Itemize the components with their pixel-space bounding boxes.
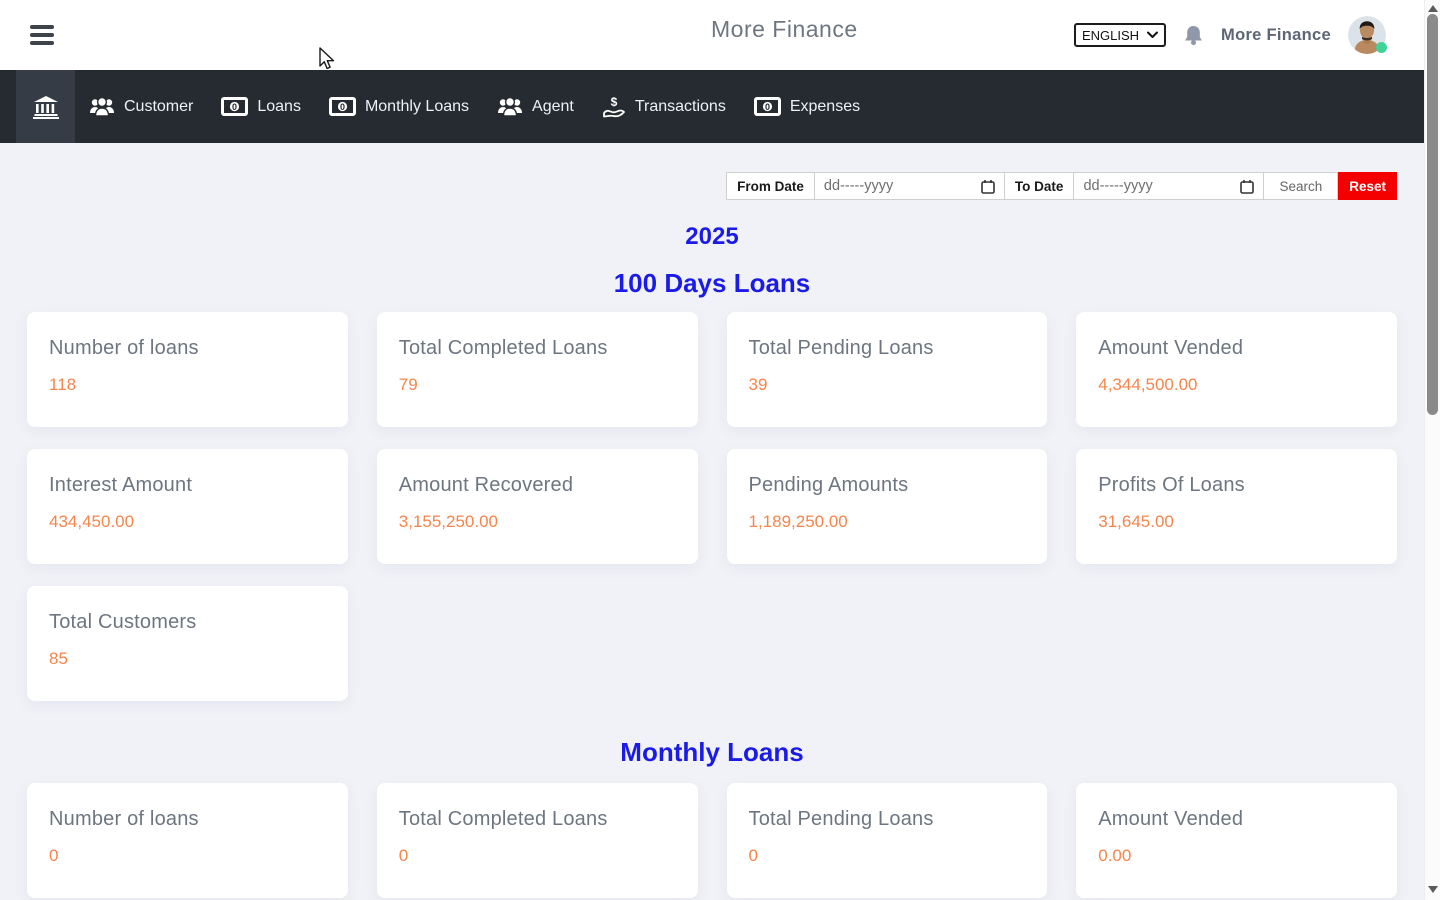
reset-button[interactable]: Reset (1338, 172, 1397, 200)
language-select-value: ENGLISH (1082, 28, 1139, 43)
hundred-days-loans-heading: 100 Days Loans (0, 268, 1424, 299)
card-value: 0 (749, 846, 1026, 866)
card-value: 39 (749, 375, 1026, 395)
card-label: Total Pending Loans (749, 808, 1026, 831)
stat-card-monthly-amount-vended: Amount Vended 0.00 (1076, 783, 1397, 898)
nav-item-agent[interactable]: Agent (483, 70, 588, 143)
browser-viewport: More Finance ENGLISH More Finance (0, 0, 1424, 900)
year-heading: 2025 (0, 223, 1424, 251)
page-title: More Finance (711, 16, 858, 43)
top-header: More Finance ENGLISH More Finance (0, 0, 1424, 70)
card-label: Total Completed Loans (399, 337, 676, 360)
monthly-loans-heading: Monthly Loans (0, 737, 1424, 768)
card-value: 434,450.00 (49, 512, 326, 532)
card-label: Total Pending Loans (749, 337, 1026, 360)
scrollbar-down-arrow-icon[interactable] (1428, 886, 1438, 893)
stat-card-amount-vended: Amount Vended 4,344,500.00 (1076, 312, 1397, 427)
chevron-down-icon (1147, 31, 1158, 39)
card-label: Total Completed Loans (399, 808, 676, 831)
hundred-days-cards-grid: Number of loans 118 Total Completed Loan… (27, 312, 1397, 701)
nav-item-label: Expenses (790, 98, 860, 116)
card-label: Amount Recovered (399, 474, 676, 497)
vertical-scrollbar[interactable] (1424, 0, 1440, 900)
stat-card-total-completed-loans: Total Completed Loans 79 (377, 312, 698, 427)
to-date-input[interactable]: dd-----yyyy (1074, 172, 1264, 200)
svg-text:0: 0 (232, 102, 237, 112)
notification-bell-icon[interactable] (1183, 24, 1204, 47)
card-value: 0 (399, 846, 676, 866)
stat-card-profits-of-loans: Profits Of Loans 31,645.00 (1076, 449, 1397, 564)
user-avatar[interactable] (1348, 16, 1386, 54)
money-bill-icon: 0 (221, 97, 248, 116)
user-name-label: More Finance (1221, 26, 1331, 45)
card-label: Amount Vended (1098, 337, 1375, 360)
stat-card-total-pending-loans: Total Pending Loans 39 (727, 312, 1048, 427)
svg-text:$: $ (610, 95, 617, 109)
card-label: Interest Amount (49, 474, 326, 497)
card-value: 0.00 (1098, 846, 1375, 866)
svg-text:0: 0 (340, 102, 345, 112)
users-icon (497, 96, 523, 118)
stat-card-monthly-total-pending-loans: Total Pending Loans 0 (727, 783, 1048, 898)
stat-card-amount-recovered: Amount Recovered 3,155,250.00 (377, 449, 698, 564)
from-date-label: From Date (726, 172, 815, 200)
nav-item-expenses[interactable]: 0 Expenses (740, 70, 874, 143)
calendar-icon (1240, 179, 1254, 194)
date-placeholder: dd-----yyyy (824, 178, 893, 194)
hamburger-menu-icon[interactable] (30, 25, 56, 45)
card-value: 1,189,250.00 (749, 512, 1026, 532)
hand-holding-dollar-icon: $ (602, 95, 626, 119)
card-label: Number of loans (49, 808, 326, 831)
nav-item-label: Customer (124, 98, 193, 116)
card-value: 0 (49, 846, 326, 866)
card-label: Pending Amounts (749, 474, 1026, 497)
scrollbar-thumb[interactable] (1427, 14, 1438, 415)
card-value: 118 (49, 375, 326, 395)
users-icon (89, 96, 115, 118)
nav-item-loans[interactable]: 0 Loans (207, 70, 315, 143)
scrollbar-up-arrow-icon[interactable] (1428, 5, 1438, 12)
nav-item-home[interactable] (16, 70, 75, 143)
stat-card-total-customers: Total Customers 85 (27, 586, 348, 701)
money-bill-icon: 0 (329, 97, 356, 116)
card-value: 31,645.00 (1098, 512, 1375, 532)
card-label: Profits Of Loans (1098, 474, 1375, 497)
money-bill-icon: 0 (754, 97, 781, 116)
nav-item-label: Loans (257, 98, 301, 116)
language-select[interactable]: ENGLISH (1074, 23, 1166, 47)
nav-item-monthly-loans[interactable]: 0 Monthly Loans (315, 70, 483, 143)
stat-card-monthly-number-of-loans: Number of loans 0 (27, 783, 348, 898)
nav-item-label: Agent (532, 98, 574, 116)
card-value: 4,344,500.00 (1098, 375, 1375, 395)
card-label: Number of loans (49, 337, 326, 360)
card-label: Amount Vended (1098, 808, 1375, 831)
date-filter-bar: From Date dd-----yyyy To Date dd-----yyy… (27, 172, 1397, 200)
card-value: 79 (399, 375, 676, 395)
monthly-cards-grid: Number of loans 0 Total Completed Loans … (27, 783, 1397, 898)
nav-item-customer[interactable]: Customer (75, 70, 207, 143)
main-navbar: Customer 0 Loans 0 Monthly Loans (0, 70, 1424, 143)
calendar-icon (981, 179, 995, 194)
card-label: Total Customers (49, 611, 326, 634)
nav-item-label: Transactions (635, 98, 726, 116)
stat-card-monthly-total-completed-loans: Total Completed Loans 0 (377, 783, 698, 898)
search-button[interactable]: Search (1264, 172, 1338, 200)
card-value: 3,155,250.00 (399, 512, 676, 532)
online-status-dot (1376, 42, 1387, 53)
nav-item-label: Monthly Loans (365, 98, 469, 116)
stat-card-pending-amounts: Pending Amounts 1,189,250.00 (727, 449, 1048, 564)
card-value: 85 (49, 649, 326, 669)
date-placeholder: dd-----yyyy (1083, 178, 1152, 194)
from-date-input[interactable]: dd-----yyyy (815, 172, 1005, 200)
nav-item-transactions[interactable]: $ Transactions (588, 70, 740, 143)
to-date-label: To Date (1005, 172, 1075, 200)
header-right-controls: ENGLISH More Finance (1074, 15, 1386, 55)
bank-icon (33, 95, 59, 119)
stat-card-interest-amount: Interest Amount 434,450.00 (27, 449, 348, 564)
stat-card-number-of-loans: Number of loans 118 (27, 312, 348, 427)
svg-text:0: 0 (765, 102, 770, 112)
